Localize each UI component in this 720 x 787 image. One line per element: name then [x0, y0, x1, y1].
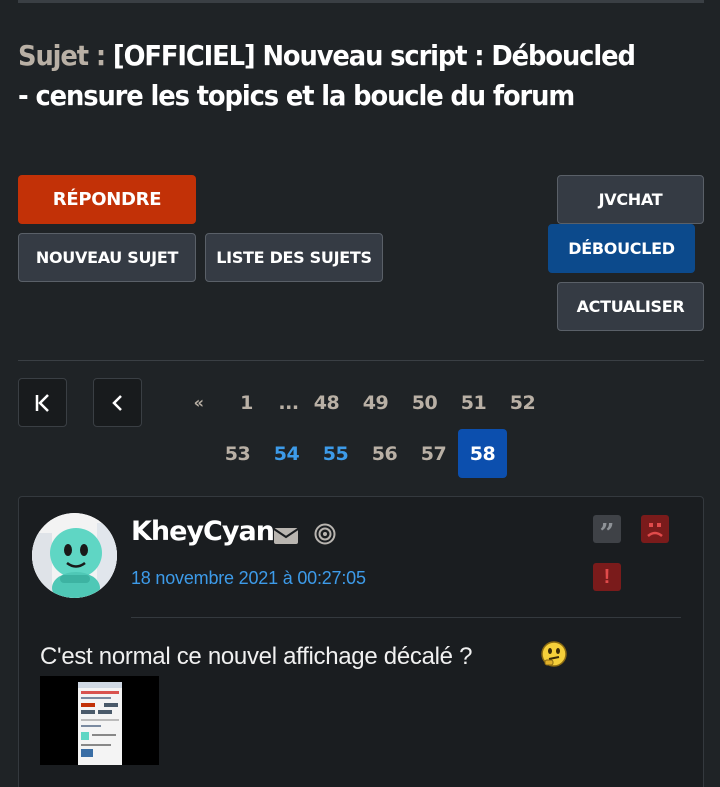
new-topic-button[interactable]: NOUVEAU SUJET — [18, 233, 196, 282]
page-link[interactable]: 51 — [449, 378, 498, 427]
current-page: 58 — [458, 429, 507, 478]
page-link[interactable]: 52 — [498, 378, 547, 427]
first-page-icon — [35, 393, 49, 412]
page-link[interactable]: 49 — [351, 378, 400, 427]
top-divider — [18, 0, 704, 3]
quote-icon[interactable]: ” — [593, 515, 621, 547]
topic-list-button[interactable]: LISTE DES SUJETS — [205, 233, 383, 282]
section-divider — [18, 360, 704, 361]
avatar-image — [32, 513, 117, 598]
post-image-thumbnail[interactable] — [40, 676, 159, 765]
avatar[interactable] — [32, 513, 117, 598]
post-author[interactable]: KheyCyan — [131, 516, 275, 547]
post-message: C'est normal ce nouvel affichage décalé … — [40, 643, 473, 670]
page-prev-double[interactable]: « — [174, 378, 223, 427]
page-link[interactable]: 50 — [400, 378, 449, 427]
thinking-smiley-icon — [541, 641, 567, 667]
post-header-divider — [131, 617, 681, 618]
previous-page-icon — [111, 394, 122, 411]
topic-title-prefix: Sujet : — [18, 39, 113, 72]
page-link[interactable]: 56 — [360, 429, 409, 478]
page-link[interactable]: 48 — [302, 378, 351, 427]
previous-page-button[interactable] — [93, 378, 142, 427]
sad-face-icon[interactable] — [641, 515, 669, 543]
jvchat-button[interactable]: JVCHAT — [557, 175, 704, 224]
page-link[interactable]: 53 — [213, 429, 262, 478]
page-link[interactable]: 55 — [311, 429, 360, 478]
first-page-button[interactable] — [18, 378, 67, 427]
reply-button[interactable]: RÉPONDRE — [18, 175, 196, 224]
deboucled-button[interactable]: DÉBOUCLED — [548, 224, 695, 273]
refresh-button[interactable]: ACTUALISER — [557, 282, 704, 331]
page-link[interactable]: 54 — [262, 429, 311, 478]
topic-title: Sujet : [OFFICIEL] Nouveau script : Débo… — [18, 36, 644, 116]
page-link[interactable]: 57 — [409, 429, 458, 478]
spiral-icon — [314, 523, 336, 545]
alert-icon[interactable]: ! — [593, 563, 621, 591]
mail-icon[interactable] — [273, 527, 299, 545]
post-date[interactable]: 18 novembre 2021 à 00:27:05 — [131, 568, 366, 589]
